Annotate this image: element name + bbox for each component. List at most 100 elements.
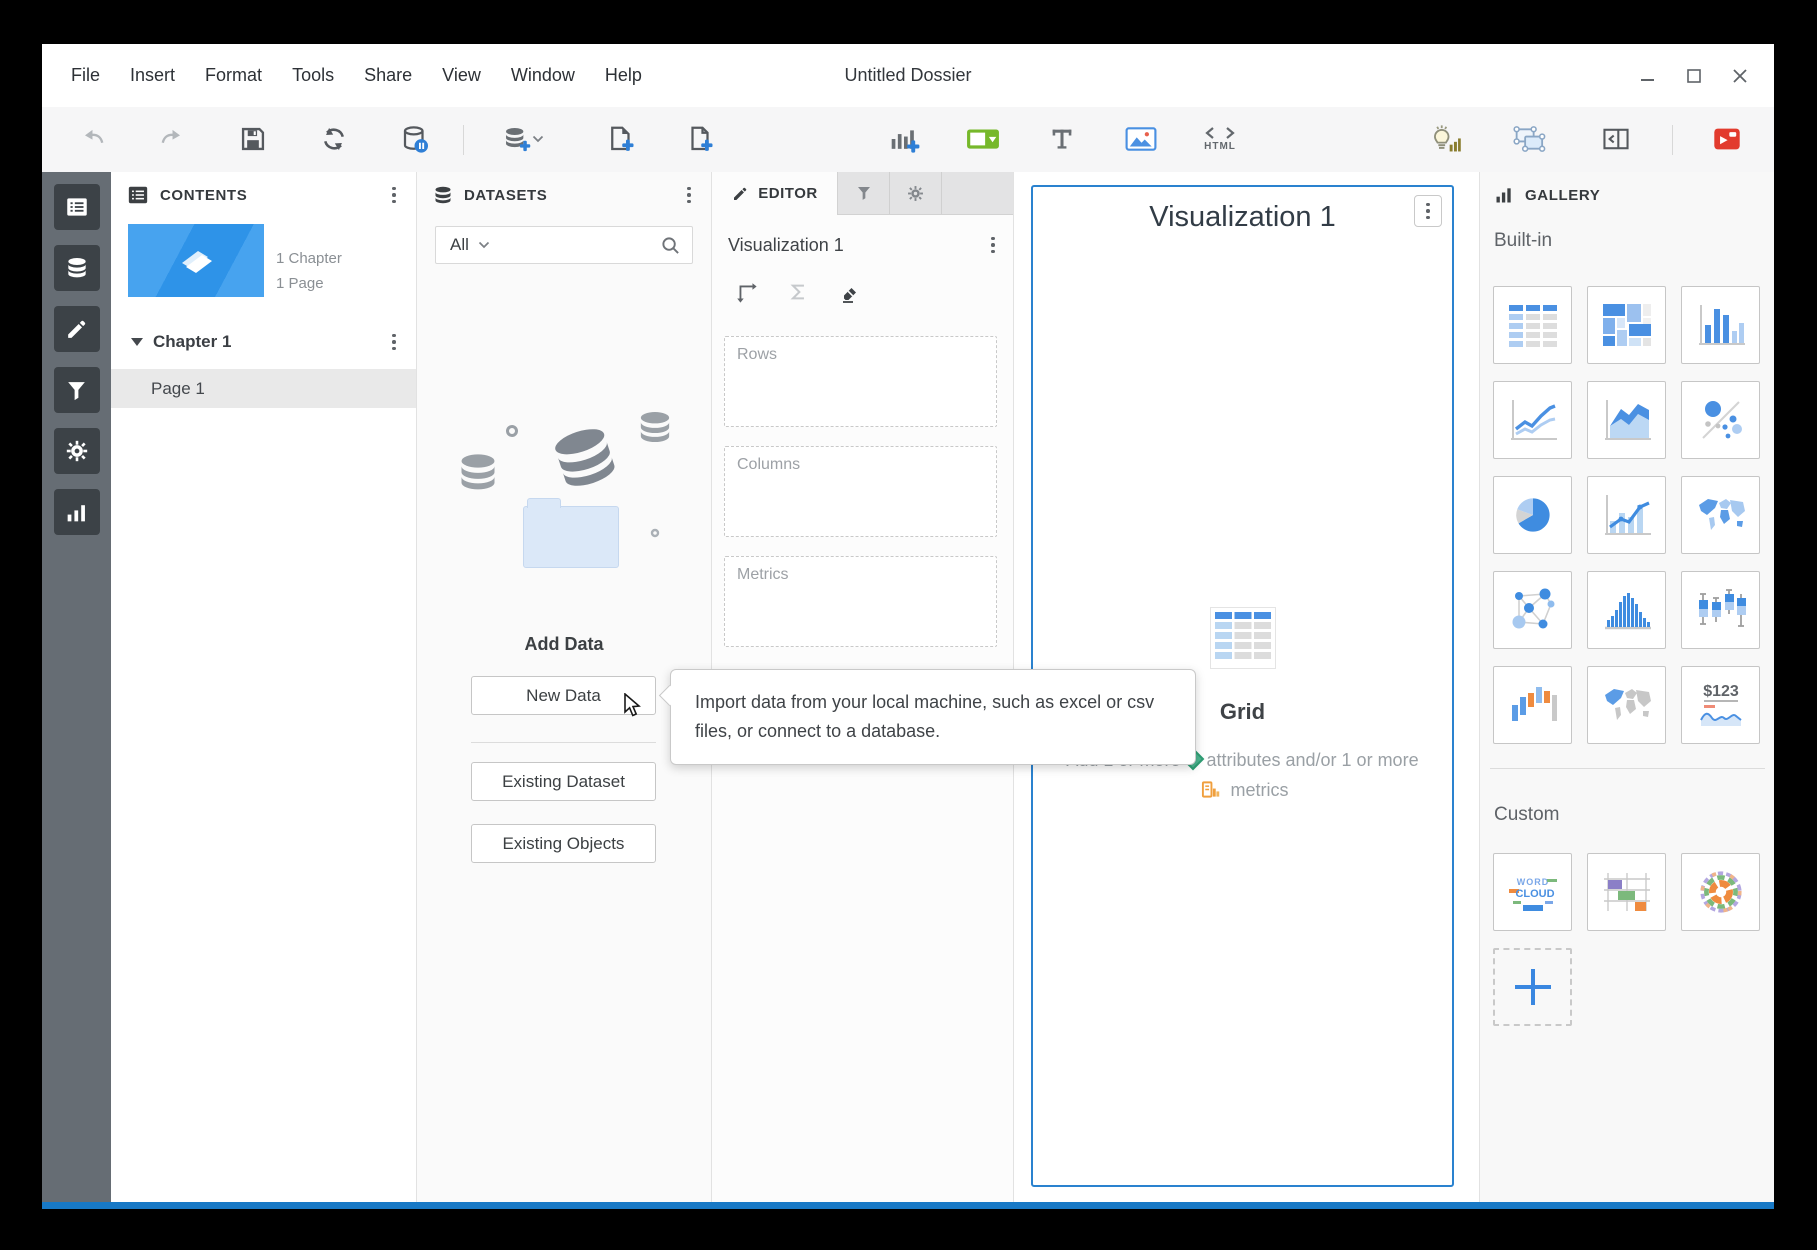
dossier-logo-icon bbox=[164, 237, 228, 285]
mouse-cursor bbox=[622, 693, 644, 724]
gallery-header: GALLERY bbox=[1525, 187, 1600, 204]
insights-icon[interactable] bbox=[1423, 118, 1465, 160]
datasets-icon[interactable] bbox=[54, 245, 100, 291]
tooltip-text: Import data from your local machine, suc… bbox=[695, 692, 1154, 741]
chapter-label: Chapter 1 bbox=[153, 332, 231, 352]
add-dataset-icon[interactable] bbox=[494, 118, 552, 160]
existing-objects-button[interactable]: Existing Objects bbox=[471, 824, 656, 863]
gallery-tile-sunburst[interactable] bbox=[1681, 853, 1760, 931]
menu-view[interactable]: View bbox=[427, 65, 496, 86]
custom-section-label: Custom bbox=[1494, 804, 1559, 826]
refresh-icon[interactable] bbox=[313, 118, 355, 160]
sigma-totals-icon[interactable] bbox=[787, 280, 809, 304]
settings-icon[interactable] bbox=[54, 428, 100, 474]
gallery-tile-gantt[interactable] bbox=[1587, 853, 1666, 931]
minimize-button[interactable] bbox=[1640, 68, 1656, 84]
maximize-button[interactable] bbox=[1686, 68, 1702, 84]
menu-window[interactable]: Window bbox=[496, 65, 590, 86]
datasets-menu-icon[interactable] bbox=[683, 183, 695, 208]
filter-icon[interactable] bbox=[54, 367, 100, 413]
group-layout-icon[interactable] bbox=[1509, 118, 1551, 160]
tab-format[interactable] bbox=[890, 172, 942, 214]
close-button[interactable] bbox=[1732, 68, 1748, 84]
menu-format[interactable]: Format bbox=[190, 65, 277, 86]
menu-file[interactable]: File bbox=[56, 65, 115, 86]
add-data-title: Add Data bbox=[417, 634, 711, 655]
dataset-filter-value: All bbox=[450, 235, 469, 255]
gallery-tile-box-plot[interactable] bbox=[1681, 571, 1760, 649]
add-visualization-icon[interactable] bbox=[883, 118, 925, 160]
metrics-dropzone[interactable]: Metrics bbox=[724, 556, 997, 647]
menu-help[interactable]: Help bbox=[590, 65, 657, 86]
contents-header: CONTENTS bbox=[160, 187, 247, 204]
chapter-row[interactable]: Chapter 1 bbox=[111, 323, 416, 361]
add-html-icon[interactable]: HTML bbox=[1189, 118, 1251, 160]
dossier-thumbnail[interactable] bbox=[128, 224, 264, 297]
dataset-filter-dropdown[interactable]: All bbox=[435, 226, 693, 264]
add-page-icon[interactable] bbox=[600, 118, 642, 160]
save-icon[interactable] bbox=[232, 118, 274, 160]
datasets-header-icon bbox=[433, 185, 453, 205]
panel-toggle-icon[interactable] bbox=[1595, 118, 1637, 160]
editor-tab-label: EDITOR bbox=[758, 185, 817, 202]
chapter-menu-icon[interactable] bbox=[388, 330, 400, 355]
pencil-icon bbox=[731, 185, 749, 203]
eraser-icon[interactable] bbox=[838, 280, 862, 304]
editor-visualization-menu-icon[interactable] bbox=[987, 233, 999, 258]
gallery-tile-word-cloud[interactable]: WORDCLOUD bbox=[1493, 853, 1572, 931]
rows-dropzone[interactable]: Rows bbox=[724, 336, 997, 427]
gallery-tile-pie-chart[interactable] bbox=[1493, 476, 1572, 554]
gallery-tile-grid[interactable] bbox=[1493, 286, 1572, 364]
add-document-icon[interactable] bbox=[679, 118, 721, 160]
contents-panel: CONTENTS 1 Chapter 1 Page Chapter 1 Page… bbox=[111, 172, 417, 1202]
contents-menu-icon[interactable] bbox=[388, 183, 400, 208]
gallery-tile-bubble-chart[interactable] bbox=[1681, 381, 1760, 459]
builtin-gallery-grid: $123 bbox=[1493, 286, 1760, 744]
app-window: File Insert Format Tools Share View Wind… bbox=[42, 44, 1774, 1209]
redo-icon[interactable] bbox=[151, 118, 193, 160]
menu-share[interactable]: Share bbox=[349, 65, 427, 86]
edit-icon[interactable] bbox=[54, 306, 100, 352]
undo-icon[interactable] bbox=[72, 118, 114, 160]
page-item[interactable]: Page 1 bbox=[111, 369, 416, 408]
visualization-type-label: Grid bbox=[1220, 699, 1265, 725]
gallery-tile-heat-map[interactable] bbox=[1587, 286, 1666, 364]
gallery-tile-waterfall[interactable] bbox=[1493, 666, 1572, 744]
add-data-illustration bbox=[445, 410, 680, 575]
add-custom-visualization-button[interactable] bbox=[1493, 948, 1572, 1026]
contents-icon[interactable] bbox=[54, 184, 100, 230]
tab-filter[interactable] bbox=[838, 172, 890, 214]
menu-tools[interactable]: Tools bbox=[277, 65, 349, 86]
existing-dataset-button[interactable]: Existing Dataset bbox=[471, 762, 656, 801]
datasets-header: DATASETS bbox=[464, 187, 547, 204]
add-selector-icon[interactable] bbox=[962, 118, 1004, 160]
gallery-tile-kpi[interactable]: $123 bbox=[1681, 666, 1760, 744]
tab-editor[interactable]: EDITOR bbox=[712, 172, 838, 215]
divider bbox=[471, 742, 656, 743]
present-icon[interactable] bbox=[1706, 118, 1748, 160]
gallery-tile-bar-chart[interactable] bbox=[1681, 286, 1760, 364]
visualization-menu-button[interactable] bbox=[1414, 195, 1442, 227]
swap-axes-icon[interactable] bbox=[734, 280, 758, 304]
menus: File Insert Format Tools Share View Wind… bbox=[56, 44, 657, 107]
metric-icon bbox=[1201, 780, 1220, 799]
collapse-chevron-icon[interactable] bbox=[131, 338, 143, 346]
folder-illustration bbox=[523, 506, 619, 568]
gallery-tile-line-chart[interactable] bbox=[1493, 381, 1572, 459]
gallery-tile-histogram[interactable] bbox=[1587, 571, 1666, 649]
database-status-icon[interactable] bbox=[394, 118, 436, 160]
gallery-tile-geospatial[interactable] bbox=[1587, 666, 1666, 744]
left-icon-bar bbox=[42, 172, 111, 1202]
visualizations-icon[interactable] bbox=[54, 489, 100, 535]
gallery-tile-area-chart[interactable] bbox=[1587, 381, 1666, 459]
new-data-tooltip: Import data from your local machine, suc… bbox=[670, 669, 1196, 765]
gallery-tile-network[interactable] bbox=[1493, 571, 1572, 649]
add-image-icon[interactable] bbox=[1120, 118, 1162, 160]
add-text-icon[interactable] bbox=[1041, 118, 1083, 160]
gallery-tile-map[interactable] bbox=[1681, 476, 1760, 554]
columns-dropzone[interactable]: Columns bbox=[724, 446, 997, 537]
page-count: 1 Page bbox=[276, 271, 342, 296]
search-icon[interactable] bbox=[661, 236, 680, 255]
menu-insert[interactable]: Insert bbox=[115, 65, 190, 86]
gallery-tile-combo-chart[interactable] bbox=[1587, 476, 1666, 554]
